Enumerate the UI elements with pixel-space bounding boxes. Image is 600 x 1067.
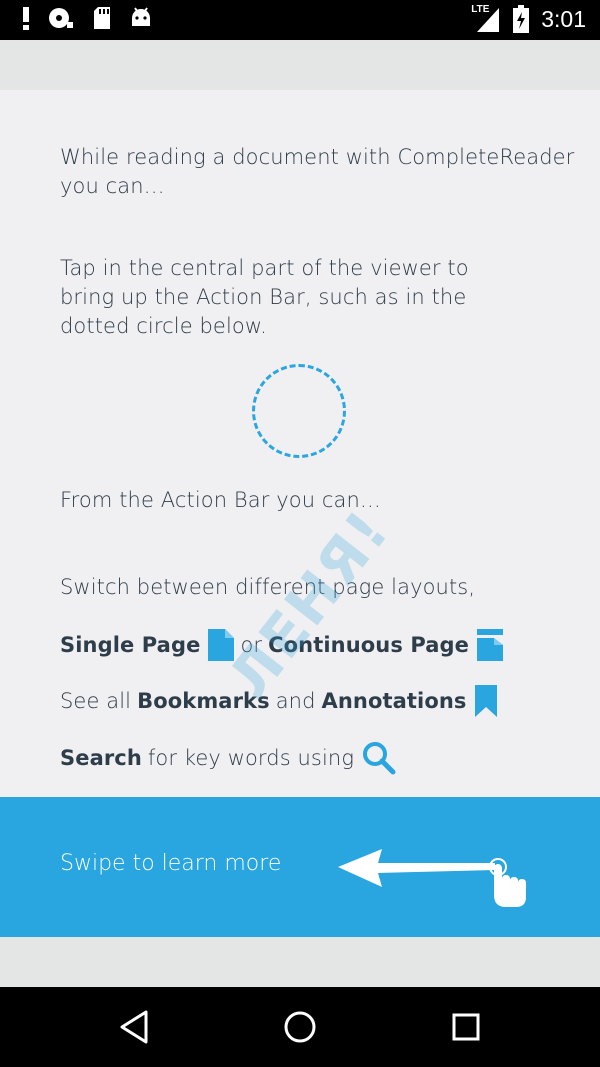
navigation-bar <box>0 987 600 1067</box>
action-bar-heading: From the Action Bar you can… <box>60 488 381 512</box>
watermark: ЛЕНЯ! <box>214 497 403 711</box>
home-icon[interactable] <box>282 1009 318 1045</box>
intro-text: While reading a document with CompleteRe… <box>60 145 575 198</box>
see-all-label: See all <box>60 688 132 713</box>
status-bar: LTE 3:01 <box>0 0 600 40</box>
search-label: Search <box>60 745 142 770</box>
top-strip <box>0 40 600 90</box>
search-line: Search for key words using <box>60 741 396 775</box>
bookmark-icon <box>474 685 497 717</box>
sd-card-icon <box>94 7 110 29</box>
annotations-label: Annotations <box>321 688 467 713</box>
disc-icon <box>49 8 73 28</box>
back-icon[interactable] <box>118 1009 150 1045</box>
alert-icon <box>23 7 29 30</box>
tutorial-card[interactable]: While reading a document with CompleteRe… <box>0 90 600 797</box>
signal-indicator: LTE <box>471 4 501 34</box>
swipe-to-learn-more-text: Swipe to learn more <box>60 851 282 876</box>
signal-icon <box>477 8 500 32</box>
search-icon <box>363 742 396 775</box>
android-icon <box>132 7 150 26</box>
bottom-strip <box>0 937 600 987</box>
clock: 3:01 <box>541 5 586 32</box>
continuous-page-icon <box>477 629 504 661</box>
search-suffix-label: for key words using <box>147 745 355 770</box>
switch-layouts-text: Switch between different page layouts, <box>60 575 476 599</box>
tap-instruction-text: Tap in the central part of the viewer to… <box>60 256 469 338</box>
battery-charging-icon <box>513 5 530 33</box>
swipe-left-gesture-icon <box>338 849 526 907</box>
single-page-label: Single Page <box>60 632 201 657</box>
action-bar-tap-target[interactable] <box>252 364 346 458</box>
recents-icon[interactable] <box>450 1009 482 1045</box>
swipe-banner[interactable]: Swipe to learn more <box>0 797 600 937</box>
